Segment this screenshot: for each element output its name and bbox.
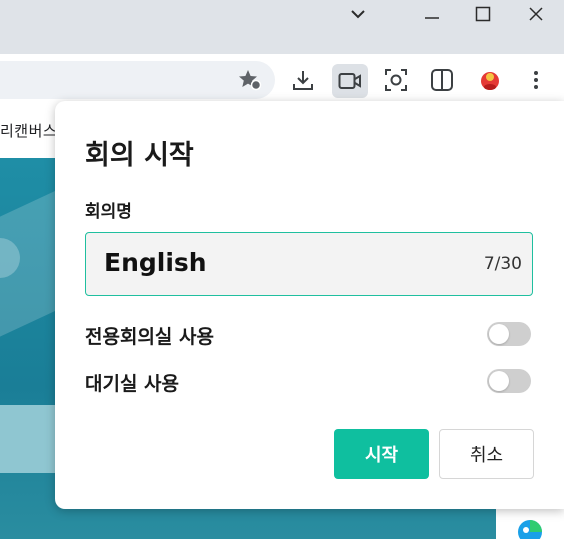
screenshot-icon[interactable]	[382, 66, 410, 94]
start-meeting-dialog: 회의 시작 회의명 English 7/30 전용회의실 사용 대기실 사용 시…	[55, 101, 564, 509]
bookmark-item[interactable]: 리캔버스	[0, 120, 57, 141]
profile-avatar-icon[interactable]	[476, 66, 504, 94]
toggle-knob	[489, 371, 509, 391]
more-menu-icon[interactable]	[522, 66, 550, 94]
bookmark-star-icon[interactable]	[236, 66, 264, 94]
private-room-toggle[interactable]	[487, 322, 531, 346]
char-counter: 7/30	[483, 254, 522, 274]
meeting-name-input[interactable]: English 7/30	[85, 232, 533, 296]
window-titlebar	[0, 0, 564, 54]
app-logo-icon	[516, 518, 544, 539]
split-view-icon[interactable]	[428, 66, 456, 94]
option-row-waiting-room: 대기실 사용	[85, 366, 533, 396]
meeting-name-value[interactable]: English	[104, 248, 207, 277]
private-room-label: 전용회의실 사용	[85, 326, 214, 348]
cancel-button[interactable]: 취소	[439, 429, 534, 479]
toggle-knob	[489, 324, 509, 344]
dialog-title: 회의 시작	[85, 140, 194, 171]
minimize-button[interactable]	[412, 0, 452, 28]
maximize-button[interactable]	[463, 0, 503, 28]
download-icon[interactable]	[289, 66, 317, 94]
meeting-name-label: 회의명	[85, 202, 132, 222]
close-button[interactable]	[516, 0, 556, 28]
video-record-icon[interactable]	[332, 64, 368, 98]
start-button[interactable]: 시작	[334, 429, 429, 479]
waiting-room-label: 대기실 사용	[85, 373, 180, 395]
browser-toolbar	[0, 54, 564, 104]
option-row-private-room: 전용회의실 사용	[85, 319, 533, 349]
tab-search-chevron-icon[interactable]	[338, 0, 378, 28]
waiting-room-toggle[interactable]	[487, 369, 531, 393]
address-bar[interactable]	[0, 61, 275, 99]
